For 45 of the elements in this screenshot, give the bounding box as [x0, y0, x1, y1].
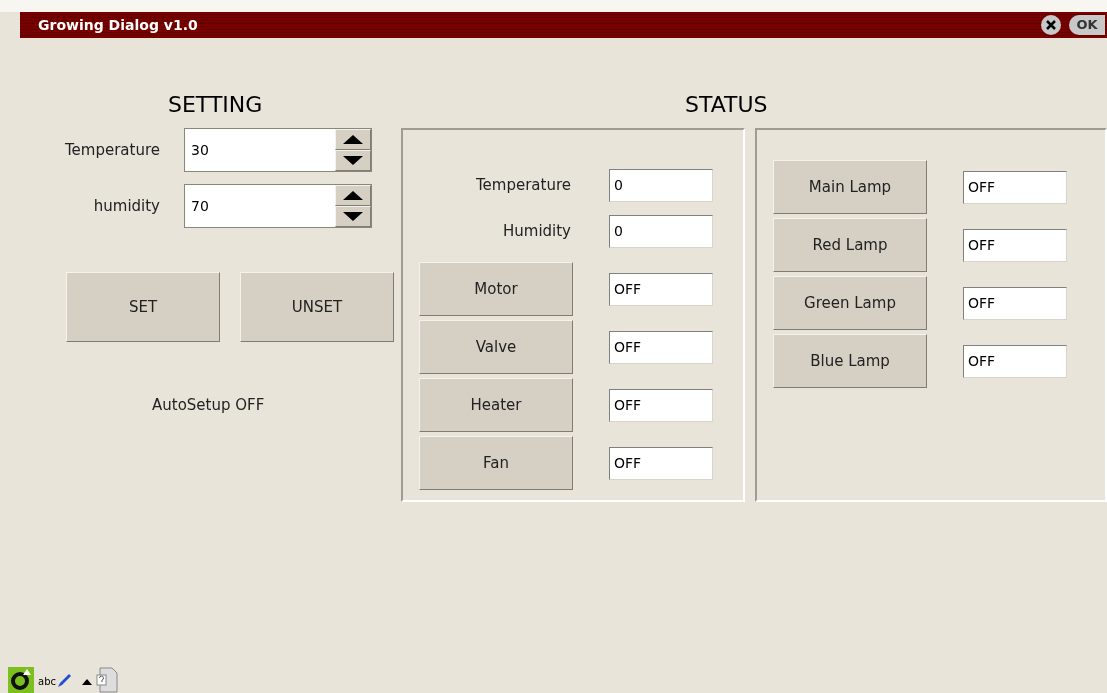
- spin-up-button[interactable]: [335, 129, 371, 150]
- spin-down-button[interactable]: [335, 150, 371, 171]
- close-icon: [1046, 20, 1056, 30]
- status-field[interactable]: OFF: [963, 344, 1067, 378]
- spin-up-button[interactable]: [335, 185, 371, 206]
- window-title: Growing Dialog v1.0: [38, 15, 198, 35]
- status-field[interactable]: OFF: [609, 446, 713, 480]
- status-field[interactable]: OFF: [609, 388, 713, 422]
- pencil-icon[interactable]: [56, 673, 72, 689]
- auto-setup-status: AutoSetup OFF: [152, 395, 266, 416]
- status-field[interactable]: OFF: [963, 228, 1067, 262]
- field-label: humidity: [92, 195, 161, 217]
- up-caret-icon[interactable]: [82, 679, 92, 685]
- device-button[interactable]: Green Lamp: [773, 276, 927, 330]
- device-button[interactable]: Heater: [419, 378, 573, 432]
- action-button[interactable]: SET: [66, 272, 220, 342]
- device-button[interactable]: Valve: [419, 320, 573, 374]
- app-logo-icon[interactable]: [8, 667, 34, 693]
- device-button[interactable]: Blue Lamp: [773, 334, 927, 388]
- down-arrow-icon: [343, 156, 363, 165]
- status-field[interactable]: OFF: [963, 170, 1067, 204]
- close-button[interactable]: [1041, 15, 1061, 35]
- setting-heading: SETTING: [168, 91, 264, 119]
- reading-label: Temperature: [474, 174, 571, 196]
- status-field[interactable]: OFF: [609, 330, 713, 364]
- device-button[interactable]: Fan: [419, 436, 573, 490]
- status-field[interactable]: OFF: [963, 286, 1067, 320]
- action-button[interactable]: UNSET: [240, 272, 394, 342]
- spin-box[interactable]: 30: [184, 128, 372, 172]
- device-button[interactable]: Motor: [419, 262, 573, 316]
- status-field[interactable]: OFF: [609, 272, 713, 306]
- spin-box[interactable]: 70: [184, 184, 372, 228]
- up-arrow-icon: [343, 135, 363, 144]
- field-label: Temperature: [63, 139, 161, 161]
- input-method-label[interactable]: abc: [38, 674, 56, 689]
- device-button[interactable]: Red Lamp: [773, 218, 927, 272]
- ok-button[interactable]: OK: [1069, 15, 1105, 35]
- reading-label: Humidity: [502, 220, 571, 242]
- status-field[interactable]: 0: [609, 214, 713, 248]
- up-arrow-icon: [343, 191, 363, 200]
- down-arrow-icon: [343, 212, 363, 221]
- spin-down-button[interactable]: [335, 206, 371, 227]
- device-button[interactable]: Main Lamp: [773, 160, 927, 214]
- status-field[interactable]: 0: [609, 168, 713, 202]
- status-heading: STATUS: [685, 91, 769, 119]
